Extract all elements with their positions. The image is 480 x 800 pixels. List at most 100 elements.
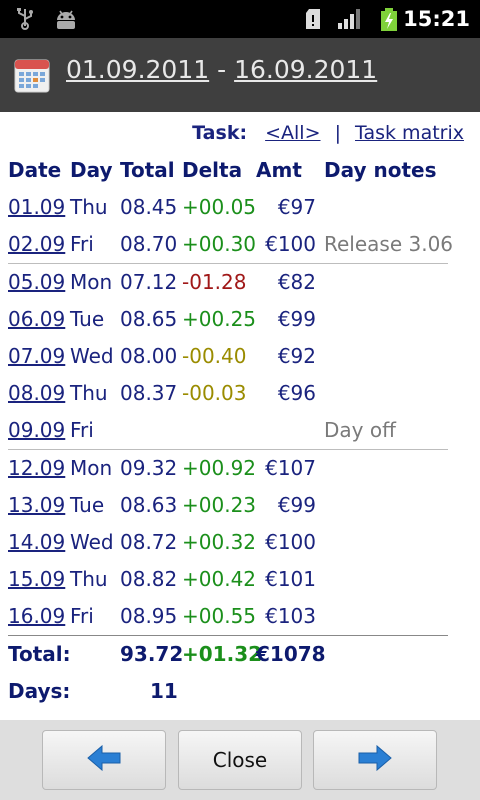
day-cell: Tue [70, 307, 105, 331]
column-header-day-notes: Day notes [324, 158, 437, 182]
total-cell: 08.95 [120, 604, 178, 628]
day-cell: Wed [70, 344, 114, 368]
column-header-total: Total [120, 158, 175, 182]
battery-charging-icon [378, 8, 400, 36]
date-to-link[interactable]: 16.09.2011 [234, 55, 377, 84]
report-content: Task: <All> | Task matrix Date Day Total… [0, 112, 480, 720]
total-cell: 08.72 [120, 530, 178, 554]
table-row: 01.09 Thu 08.45 +00.05 €97 [0, 189, 480, 226]
date-link[interactable]: 02.09 [8, 232, 65, 256]
days-value: 11 [150, 679, 178, 703]
amount-cell: €97 [277, 195, 316, 219]
day-cell: Fri [70, 418, 94, 442]
report-table: Date Day Total Delta Amt Day notes 01.09… [0, 152, 480, 710]
totals-amt: €1078 [256, 642, 326, 666]
amount-cell: €101 [265, 567, 316, 591]
total-cell: 08.63 [120, 493, 178, 517]
day-note-cell: Release 3.06 [324, 232, 454, 256]
total-cell: 08.37 [120, 381, 178, 405]
table-row: 15.09 Thu 08.82 +00.42 €101 [0, 561, 480, 598]
previous-period-button[interactable] [42, 730, 166, 790]
delta-cell: +00.32 [182, 530, 257, 554]
table-row: 12.09 Mon 09.32 +00.92 €107 [0, 450, 480, 487]
day-cell: Mon [70, 456, 113, 480]
table-row: 13.09 Tue 08.63 +00.23 €99 [0, 487, 480, 524]
date-link[interactable]: 13.09 [8, 493, 65, 517]
column-header-amt: Amt [256, 158, 302, 182]
total-cell: 07.12 [120, 270, 178, 294]
column-header-day: Day [70, 158, 113, 182]
date-link[interactable]: 08.09 [8, 381, 65, 405]
date-link[interactable]: 07.09 [8, 344, 65, 368]
totals-delta: +01.32 [182, 642, 263, 666]
amount-cell: €99 [277, 493, 316, 517]
delta-cell: +00.42 [182, 567, 257, 591]
totals-label: Total: [8, 642, 71, 666]
day-cell: Fri [70, 604, 94, 628]
table-row: 05.09 Mon 07.12 -01.28 €82 [0, 264, 480, 301]
amount-cell: €82 [277, 270, 316, 294]
day-cell: Thu [70, 567, 108, 591]
date-link[interactable]: 16.09 [8, 604, 65, 628]
delta-cell: +00.30 [182, 232, 257, 256]
date-link[interactable]: 09.09 [8, 418, 65, 442]
amount-cell: €92 [277, 344, 316, 368]
delta-cell: +00.05 [182, 195, 257, 219]
total-cell: 08.45 [120, 195, 178, 219]
total-cell: 08.65 [120, 307, 178, 331]
table-row: 16.09 Fri 08.95 +00.55 €103 [0, 598, 480, 635]
sd-card-icon [305, 8, 321, 34]
period-title: 01.09.2011 - 16.09.2011 [66, 55, 377, 84]
day-cell: Wed [70, 530, 114, 554]
amount-cell: €107 [265, 456, 316, 480]
table-row: 09.09 Fri Day off [0, 412, 480, 449]
day-cell: Thu [70, 195, 108, 219]
column-header-date: Date [8, 158, 62, 182]
delta-cell: -00.40 [182, 344, 247, 368]
table-row: 14.09 Wed 08.72 +00.32 €100 [0, 524, 480, 561]
total-cell: 09.32 [120, 456, 178, 480]
arrow-right-icon [358, 744, 392, 776]
day-note-cell: Day off [324, 418, 396, 442]
delta-cell: +00.55 [182, 604, 257, 628]
android-debug-icon [54, 8, 78, 34]
next-period-button[interactable] [313, 730, 437, 790]
task-all-link[interactable]: <All> [265, 122, 320, 144]
signal-icon [337, 8, 363, 34]
date-from-link[interactable]: 01.09.2011 [66, 55, 209, 84]
date-link[interactable]: 01.09 [8, 195, 65, 219]
day-cell: Thu [70, 381, 108, 405]
date-link[interactable]: 05.09 [8, 270, 65, 294]
table-row: 02.09 Fri 08.70 +00.30 €100 Release 3.06 [0, 226, 480, 263]
amount-cell: €96 [277, 381, 316, 405]
task-filter: Task: <All> | Task matrix [192, 122, 464, 144]
button-bar: Close [0, 720, 480, 800]
table-row: 06.09 Tue 08.65 +00.25 €99 [0, 301, 480, 338]
total-cell: 08.70 [120, 232, 178, 256]
amount-cell: €100 [265, 530, 316, 554]
totals-row: Total: 93.72 +01.32 €1078 [0, 636, 480, 673]
date-link[interactable]: 15.09 [8, 567, 65, 591]
delta-cell: +00.23 [182, 493, 257, 517]
title-bar: 01.09.2011 - 16.09.2011 [0, 38, 480, 112]
period-separator: - [217, 55, 227, 84]
amount-cell: €100 [265, 232, 316, 256]
day-cell: Tue [70, 493, 105, 517]
arrow-left-icon [87, 744, 121, 776]
status-bar: 15:21 [0, 0, 480, 38]
date-link[interactable]: 12.09 [8, 456, 65, 480]
delta-cell: +00.92 [182, 456, 257, 480]
date-link[interactable]: 14.09 [8, 530, 65, 554]
delta-cell: +00.25 [182, 307, 257, 331]
table-row: 08.09 Thu 08.37 -00.03 €96 [0, 375, 480, 412]
total-cell: 08.00 [120, 344, 178, 368]
delta-cell: -01.28 [182, 270, 247, 294]
delta-cell: -00.03 [182, 381, 247, 405]
calendar-icon [14, 58, 50, 94]
close-button[interactable]: Close [178, 730, 302, 790]
day-cell: Mon [70, 270, 113, 294]
date-link[interactable]: 06.09 [8, 307, 65, 331]
total-cell: 08.82 [120, 567, 178, 591]
task-divider: | [334, 122, 341, 144]
task-matrix-link[interactable]: Task matrix [355, 122, 464, 144]
